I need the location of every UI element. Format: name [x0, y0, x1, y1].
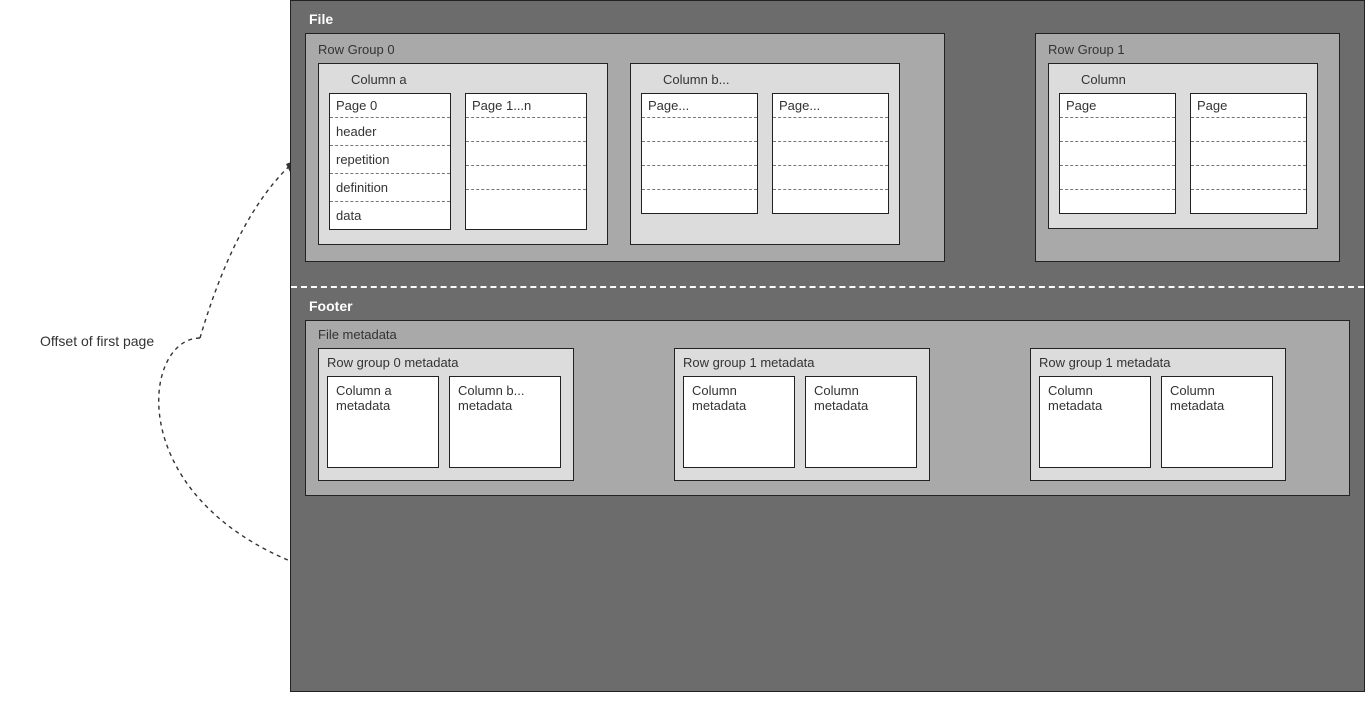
file-metadata: File metadata Row group 0 metadata Colum…: [305, 320, 1350, 496]
page-row: [466, 165, 586, 189]
row-group-0: Row Group 0 Column a Page 0 header repet…: [305, 33, 945, 262]
page-row: [1191, 117, 1306, 141]
column-title: Column: [1059, 70, 1307, 93]
page-row: [1191, 189, 1306, 213]
page-row-repetition: repetition: [330, 145, 450, 173]
page-row: [466, 141, 586, 165]
page-1n: Page 1...n: [465, 93, 587, 230]
column-metadata: Column a metadata: [327, 376, 439, 468]
row-groups: Row Group 0 Column a Page 0 header repet…: [291, 33, 1364, 262]
row-group-1: Row Group 1 Column Page: [1035, 33, 1340, 262]
row-group-meta-title: Row group 0 metadata: [327, 353, 565, 376]
page-row: [1060, 165, 1175, 189]
file-metadata-title: File metadata: [318, 325, 1337, 348]
page-row: [466, 189, 586, 213]
page-title: Page: [1060, 94, 1175, 117]
page-title: Page 1...n: [466, 94, 586, 117]
row-group-1-metadata-b: Row group 1 metadata Column metadata Col…: [1030, 348, 1286, 481]
footer-label: Footer: [291, 288, 1364, 320]
page-row: [642, 141, 757, 165]
page-row: [1060, 189, 1175, 213]
footer-area: Footer File metadata Row group 0 metadat…: [291, 288, 1364, 496]
column-metadata: Column metadata: [1039, 376, 1151, 468]
column-metadata: Column b... metadata: [449, 376, 561, 468]
row-group-1-metadata: Row group 1 metadata Column metadata Col…: [674, 348, 930, 481]
column-metadata: Column metadata: [805, 376, 917, 468]
page-row: [1060, 117, 1175, 141]
page-row: [642, 117, 757, 141]
page: Page: [1059, 93, 1176, 214]
page-row: [466, 117, 586, 141]
page-row-definition: definition: [330, 173, 450, 201]
file-container: File Row Group 0 Column a Page 0 header …: [290, 0, 1365, 692]
column-a: Column a Page 0 header repetition defini…: [318, 63, 608, 245]
page-row-data: data: [330, 201, 450, 229]
page-row: [642, 189, 757, 213]
page-row-header: header: [330, 117, 450, 145]
row-group-0-metadata: Row group 0 metadata Column a metadata C…: [318, 348, 574, 481]
page-title: Page 0: [330, 94, 450, 117]
page-row: [773, 117, 888, 141]
page-row: [773, 189, 888, 213]
page: Page: [1190, 93, 1307, 214]
page-row: [1191, 141, 1306, 165]
page-title: Page...: [773, 94, 888, 117]
page-row: [773, 141, 888, 165]
column-b: Column b... Page... Page: [630, 63, 900, 245]
page-0: Page 0 header repetition definition data: [329, 93, 451, 230]
page: Page...: [641, 93, 758, 214]
row-group-title: Row Group 0: [318, 40, 932, 63]
page: Page...: [772, 93, 889, 214]
row-group-title: Row Group 1: [1048, 40, 1327, 63]
page-row: [773, 165, 888, 189]
offset-label: Offset of first page: [40, 333, 154, 349]
page-row: [642, 165, 757, 189]
page-title: Page: [1191, 94, 1306, 117]
page-row: [1191, 165, 1306, 189]
file-label: File: [291, 1, 1364, 33]
page-row: [1060, 141, 1175, 165]
column-title: Column a: [329, 70, 597, 93]
column-title: Column b...: [641, 70, 889, 93]
row-group-meta-title: Row group 1 metadata: [1039, 353, 1277, 376]
column: Column Page Page: [1048, 63, 1318, 229]
page-title: Page...: [642, 94, 757, 117]
row-group-meta-title: Row group 1 metadata: [683, 353, 921, 376]
column-metadata: Column metadata: [1161, 376, 1273, 468]
column-metadata: Column metadata: [683, 376, 795, 468]
